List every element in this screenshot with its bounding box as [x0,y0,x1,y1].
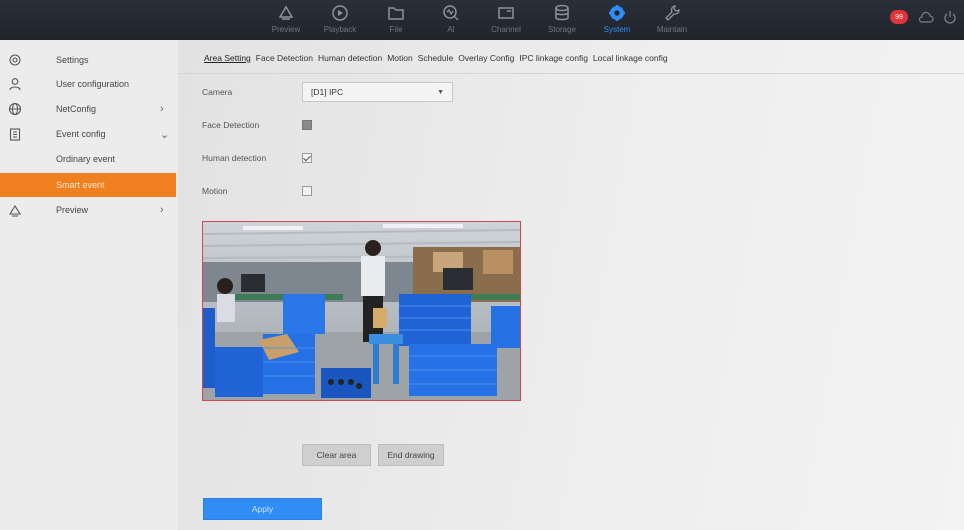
nav-playback[interactable]: Playback [313,0,367,40]
apply-button[interactable]: Apply [203,498,322,520]
motion-checkbox[interactable] [302,186,312,196]
sidebar-item-label: Event config [56,129,106,139]
tab-face-detection[interactable]: Face Detection [256,53,313,63]
preview-icon [278,5,294,20]
tab-overlay-config[interactable]: Overlay Config [458,53,514,63]
nav-label: Preview [271,25,301,34]
playback-icon [332,5,348,21]
maintain-wrench-icon [665,5,680,21]
camera-select[interactable]: [D1] IPC ▼ [302,82,453,102]
sidebar-item-ordinary-event[interactable]: Ordinary event [0,147,176,171]
tab-schedule[interactable]: Schedule [418,53,453,63]
nav-label: File [389,25,403,34]
tab-human-detection[interactable]: Human detection [318,53,382,63]
file-icon [388,7,404,20]
sidebar-item-preview[interactable]: Preview › [0,198,176,222]
chevron-right-icon: › [160,204,164,216]
tab-bar: Area Setting Face Detection Human detect… [204,53,668,63]
tab-ipc-linkage-config[interactable]: IPC linkage config [519,53,588,63]
channel-icon [498,7,514,19]
nav-system[interactable]: System [590,0,644,40]
camera-area-canvas[interactable] [202,221,521,401]
tab-local-linkage-config[interactable]: Local linkage config [593,53,668,63]
system-gear-icon [609,5,625,21]
nav-label: AI [447,25,455,34]
sidebar-item-label: Settings [56,55,89,65]
chevron-right-icon: › [160,103,164,115]
face-detection-label: Face Detection [202,120,260,130]
end-drawing-button[interactable]: End drawing [378,444,444,466]
nav-ai[interactable]: AI [424,0,478,40]
face-detection-checkbox[interactable] [302,120,312,130]
sidebar-item-label: Ordinary event [56,154,116,164]
globe-icon [8,102,22,116]
user-icon [9,78,21,91]
caret-down-icon: ▼ [437,88,444,96]
sidebar-item-label: NetConfig [56,104,97,114]
human-detection-label: Human detection [202,153,267,163]
sidebar-item-settings[interactable]: Settings [0,48,176,72]
top-navigation-bar: Preview Playback File AI Channel Storage… [0,0,964,40]
camera-select-value: [D1] IPC [311,87,344,97]
sidebar: Settings User configuration NetConfig › … [0,40,178,530]
nav-storage[interactable]: Storage [535,0,589,40]
camera-feed-image [203,222,520,400]
tab-motion[interactable]: Motion [387,53,413,63]
sidebar-item-event-config[interactable]: Event config ⌄ [0,122,176,146]
nvr-screen: Preview Playback File AI Channel Storage… [0,0,964,530]
camera-label: Camera [202,87,233,97]
human-detection-checkbox[interactable] [302,153,312,163]
sidebar-item-label: Smart event [56,180,105,190]
sidebar-item-label: User configuration [56,79,130,89]
clear-area-button[interactable]: Clear area [302,444,371,466]
preview-icon [9,204,21,217]
main-panel: Area Setting Face Detection Human detect… [178,40,964,530]
top-right-controls: 99 [890,10,956,24]
nav-label: Storage [547,25,577,34]
power-icon[interactable] [944,10,956,24]
chevron-down-icon: ⌄ [160,128,170,141]
sidebar-item-label: Preview [56,205,89,215]
sidebar-item-netconfig[interactable]: NetConfig › [0,97,176,121]
settings-icon [9,54,21,66]
nav-label: Channel [491,25,521,34]
storage-icon [555,4,569,21]
nav-label: Playback [323,25,357,34]
nav-label: System [603,25,631,34]
nav-preview[interactable]: Preview [259,0,313,40]
sidebar-item-smart-event[interactable]: Smart event [0,173,176,197]
sidebar-item-user-configuration[interactable]: User configuration [0,72,176,96]
nav-channel[interactable]: Channel [479,0,533,40]
tab-area-setting[interactable]: Area Setting [204,53,251,63]
ai-icon [443,5,459,21]
alarm-badge[interactable]: 99 [890,10,908,24]
clipboard-icon [9,128,21,141]
cloud-icon[interactable] [918,11,934,23]
nav-maintain[interactable]: Maintain [645,0,699,40]
motion-label: Motion [202,186,228,196]
nav-file[interactable]: File [369,0,423,40]
tab-divider [178,73,964,74]
nav-label: Maintain [656,25,688,34]
